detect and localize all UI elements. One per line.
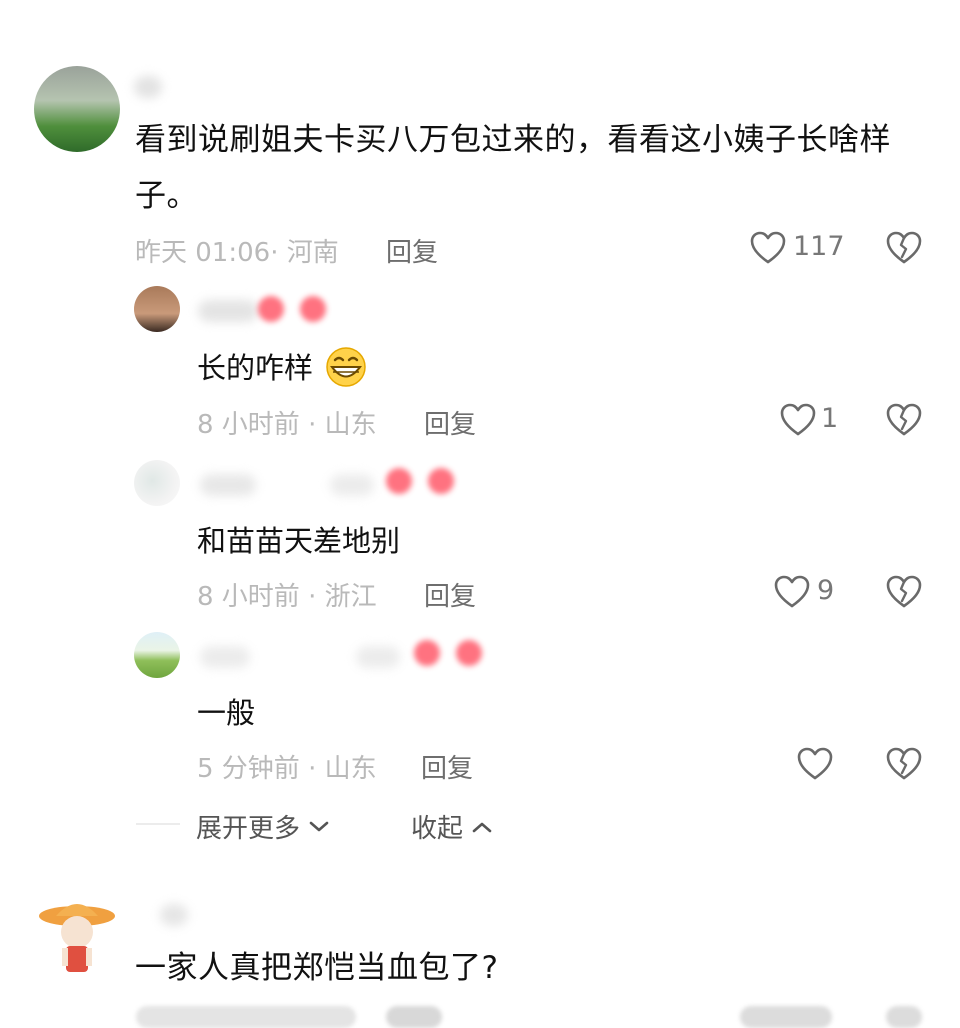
like-count: 9 (817, 575, 835, 606)
reply-text: 一般 (197, 696, 256, 730)
username-blurred[interactable] (160, 904, 188, 926)
avatar[interactable] (134, 460, 180, 506)
chevron-down-icon (309, 821, 329, 832)
dislike-icon[interactable] (886, 747, 922, 781)
reply-meta: 5 分钟前 · 山东 (197, 754, 377, 784)
cartoon-avatar-icon (39, 904, 115, 972)
badge-icon (428, 468, 454, 494)
expand-more-button[interactable]: 展开更多 (196, 808, 330, 845)
username-blurred[interactable] (356, 646, 400, 668)
dislike-icon[interactable] (886, 575, 922, 609)
heart-icon[interactable] (797, 747, 833, 781)
username-blurred[interactable] (200, 474, 256, 496)
reply-button[interactable]: 回复 (424, 576, 476, 613)
reply-meta: 8 小时前 · 山东 (197, 410, 377, 440)
like-count: 117 (793, 231, 845, 262)
username-blurred[interactable] (198, 300, 258, 322)
dislike-icon[interactable] (886, 231, 922, 265)
dislike-icon[interactable] (886, 403, 922, 437)
like-count: 1 (821, 403, 839, 434)
badge-icon (386, 468, 412, 494)
comment-text-line1: 一家人真把郑恺当血包了? (135, 950, 499, 986)
expand-more-label: 展开更多 (196, 814, 301, 844)
badge-icon (300, 296, 326, 322)
expand-divider (136, 823, 180, 825)
reply-button[interactable]: 回复 (421, 748, 473, 785)
reply-button[interactable]: 回复 (424, 404, 476, 441)
reply-text-content: 长的咋样 (197, 351, 314, 385)
username-blurred[interactable] (330, 474, 374, 496)
dislike-partial[interactable] (886, 1006, 922, 1028)
avatar[interactable] (134, 632, 180, 678)
chevron-up-icon (472, 822, 492, 833)
comment-text-line2: 子。 (135, 178, 198, 214)
reply-text: 长的咋样 (197, 345, 368, 388)
comment-meta-partial (136, 1006, 356, 1028)
grinning-emoji-icon (326, 347, 366, 387)
avatar[interactable] (36, 896, 118, 978)
reply-button[interactable]: 回复 (386, 232, 438, 269)
comment-meta: 昨天 01:06· 河南 (135, 238, 339, 268)
like-partial[interactable] (740, 1006, 832, 1028)
badge-icon (258, 296, 284, 322)
reply-button-partial[interactable] (386, 1006, 442, 1028)
avatar[interactable] (34, 66, 120, 152)
avatar[interactable] (134, 286, 180, 332)
comment-text-line1: 看到说刷姐夫卡买八万包过来的，看看这小姨子长啥样 (135, 122, 891, 158)
reply-meta: 8 小时前 · 浙江 (197, 582, 377, 612)
collapse-button[interactable]: 收起 (411, 808, 493, 845)
badge-icon (456, 640, 482, 666)
badge-icon (414, 640, 440, 666)
collapse-label: 收起 (411, 814, 464, 844)
username-blurred[interactable] (200, 646, 250, 668)
username-blurred[interactable] (134, 76, 162, 98)
heart-icon[interactable] (774, 575, 810, 609)
heart-icon[interactable] (780, 403, 816, 437)
reply-text: 和苗苗天差地别 (197, 524, 401, 558)
heart-icon[interactable] (750, 231, 786, 265)
